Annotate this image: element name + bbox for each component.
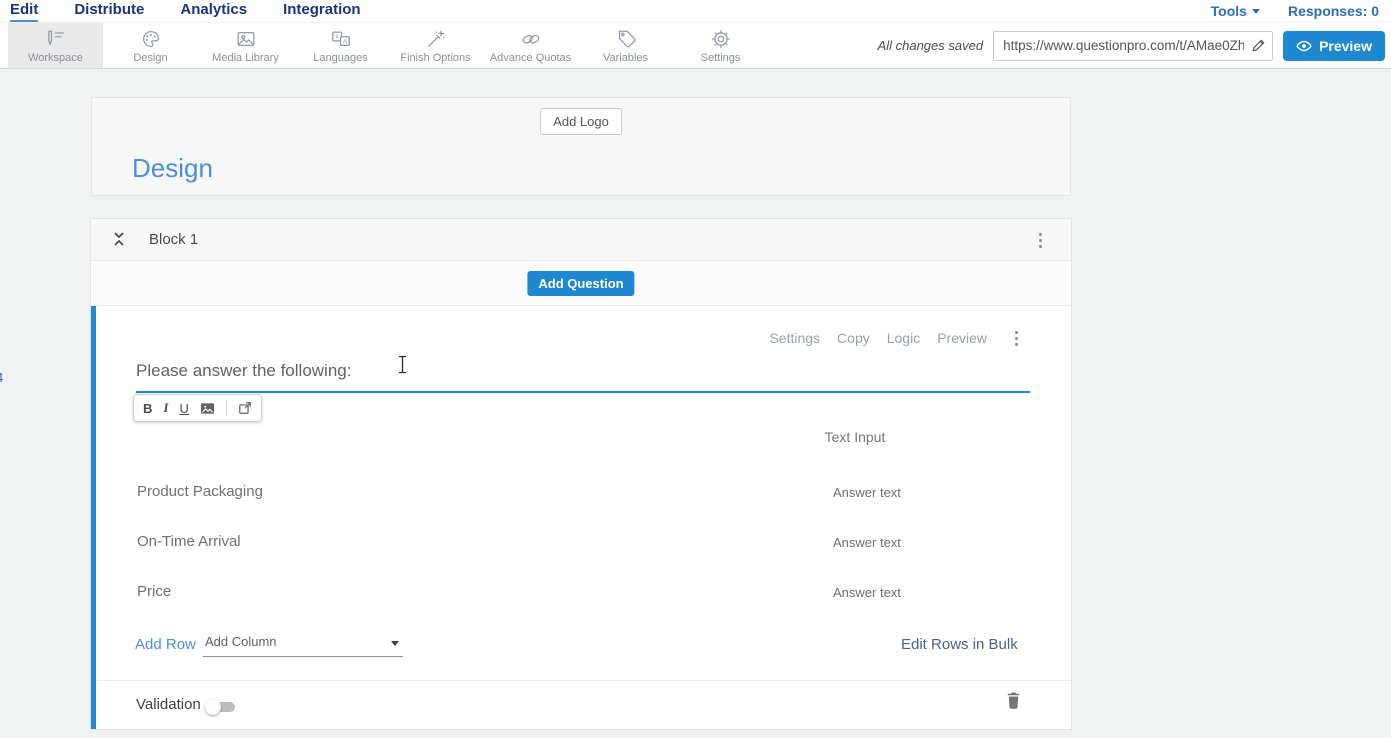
toolbar-item-design[interactable]: Design xyxy=(103,23,198,68)
add-row-link[interactable]: Add Row xyxy=(135,636,196,653)
matrix-row-label[interactable]: On-Time Arrival xyxy=(137,533,241,550)
tools-menu-label: Tools xyxy=(1211,3,1247,19)
toolbar-items: Workspace Design Media Library x̄A Langu… xyxy=(0,23,768,68)
toolbar-item-label: Variables xyxy=(603,52,648,64)
toolbar-item-label: Advance Quotas xyxy=(490,52,571,64)
block-title[interactable]: Block 1 xyxy=(149,231,198,248)
toolbar-item-label: Settings xyxy=(701,52,741,64)
svg-text:A: A xyxy=(342,38,347,45)
delete-question-trash-icon[interactable] xyxy=(1006,691,1021,714)
add-question-strip: Add Question xyxy=(91,261,1071,306)
design-header-card: Add Logo Design xyxy=(91,97,1071,196)
tools-menu[interactable]: Tools xyxy=(1211,3,1260,19)
toggle-knob xyxy=(205,699,221,715)
question-actions: Settings Copy Logic Preview xyxy=(769,330,987,346)
toolbar-item-label: Workspace xyxy=(28,52,83,64)
add-column-select-value: Add Column xyxy=(205,634,277,649)
toolbar-item-languages[interactable]: x̄A Languages xyxy=(293,23,388,68)
toolbar-item-variables[interactable]: Variables xyxy=(578,23,673,68)
languages-icon: x̄A xyxy=(330,28,352,50)
matrix-row-label[interactable]: Price xyxy=(137,583,171,600)
finish-options-icon xyxy=(425,28,447,50)
text-format-toolbar: B I U xyxy=(133,394,262,422)
top-nav: Edit Distribute Analytics Integration To… xyxy=(0,0,1391,22)
question-menu-kebab-icon[interactable] xyxy=(1009,329,1023,347)
italic-button[interactable]: I xyxy=(163,400,168,416)
matrix-row-label[interactable]: Product Packaging xyxy=(137,483,263,500)
workspace-icon xyxy=(45,28,67,50)
add-question-button[interactable]: Add Question xyxy=(527,271,634,296)
validation-toggle[interactable] xyxy=(205,698,239,716)
media-library-icon xyxy=(235,28,257,50)
answer-text-input[interactable] xyxy=(833,485,1003,500)
question-settings-link[interactable]: Settings xyxy=(769,330,820,346)
question-selected-indicator xyxy=(91,306,96,729)
save-status: All changes saved xyxy=(878,38,984,53)
design-title[interactable]: Design xyxy=(132,153,213,184)
question-card: Settings Copy Logic Preview Please answe… xyxy=(91,306,1071,729)
add-logo-button[interactable]: Add Logo xyxy=(540,108,622,135)
survey-url-wrap xyxy=(993,31,1273,61)
settings-icon xyxy=(710,28,732,50)
answer-text-input[interactable] xyxy=(833,535,1003,550)
nav-item-integration[interactable]: Integration xyxy=(283,0,361,22)
edit-rows-in-bulk-link[interactable]: Edit Rows in Bulk xyxy=(901,636,1018,653)
toolbar-item-label: Media Library xyxy=(212,52,279,64)
toolbar-item-label: Languages xyxy=(313,52,367,64)
toolbar-item-advance-quotas[interactable]: Advance Quotas xyxy=(483,23,578,68)
question-title-input[interactable]: Please answer the following: xyxy=(136,361,351,381)
clipped-edge-fragment: 4 xyxy=(0,370,3,385)
block-card: Block 1 Add Question Settings Copy Logic… xyxy=(91,219,1071,729)
question-title-focus-underline xyxy=(136,391,1030,393)
answer-text-input[interactable] xyxy=(833,585,1003,600)
toolbar-item-settings[interactable]: Settings xyxy=(673,23,768,68)
chevron-down-icon xyxy=(391,641,399,646)
question-logic-link[interactable]: Logic xyxy=(887,330,920,346)
top-nav-right: Tools Responses: 0 xyxy=(1211,3,1391,19)
format-toolbar-divider xyxy=(226,400,227,416)
column-header-text-input: Text Input xyxy=(790,429,920,445)
preview-button-label: Preview xyxy=(1319,38,1372,54)
bold-button[interactable]: B xyxy=(143,401,152,416)
chevron-down-icon xyxy=(1252,9,1260,14)
question-copy-link[interactable]: Copy xyxy=(837,330,870,346)
design-icon xyxy=(140,28,162,50)
insert-image-icon[interactable] xyxy=(200,402,215,415)
preview-button[interactable]: Preview xyxy=(1283,31,1385,61)
app-window: Edit Distribute Analytics Integration To… xyxy=(0,0,1391,738)
text-cursor-ibeam xyxy=(397,355,408,379)
validation-label: Validation xyxy=(136,696,201,713)
block-menu-kebab-icon[interactable] xyxy=(1033,231,1047,249)
question-preview-link[interactable]: Preview xyxy=(937,330,987,346)
underline-button[interactable]: U xyxy=(179,401,188,416)
block-header: Block 1 xyxy=(91,219,1071,261)
add-column-select[interactable]: Add Column xyxy=(203,632,403,657)
edit-url-pencil-icon[interactable] xyxy=(1251,38,1266,58)
insert-link-icon[interactable] xyxy=(238,401,252,415)
nav-item-distribute[interactable]: Distribute xyxy=(74,0,144,22)
collapse-block-icon[interactable] xyxy=(111,229,127,254)
eye-icon xyxy=(1296,40,1312,52)
toolbar-item-label: Finish Options xyxy=(400,52,470,64)
svg-text:x̄: x̄ xyxy=(335,33,339,40)
toolbar-item-workspace[interactable]: Workspace xyxy=(8,23,103,68)
nav-item-analytics[interactable]: Analytics xyxy=(180,0,247,22)
toolbar-item-label: Design xyxy=(133,52,167,64)
toolbar-right: All changes saved Preview xyxy=(878,23,1391,68)
editor-toolbar: Workspace Design Media Library x̄A Langu… xyxy=(0,22,1391,69)
survey-url-input[interactable] xyxy=(993,31,1273,61)
nav-item-edit[interactable]: Edit xyxy=(10,0,38,22)
toolbar-item-media-library[interactable]: Media Library xyxy=(198,23,293,68)
question-footer-divider xyxy=(96,680,1071,681)
advance-quotas-icon xyxy=(520,28,542,50)
variables-icon xyxy=(615,28,637,50)
responses-link[interactable]: Responses: 0 xyxy=(1288,3,1379,19)
toolbar-item-finish-options[interactable]: Finish Options xyxy=(388,23,483,68)
top-nav-menu: Edit Distribute Analytics Integration xyxy=(0,0,361,22)
